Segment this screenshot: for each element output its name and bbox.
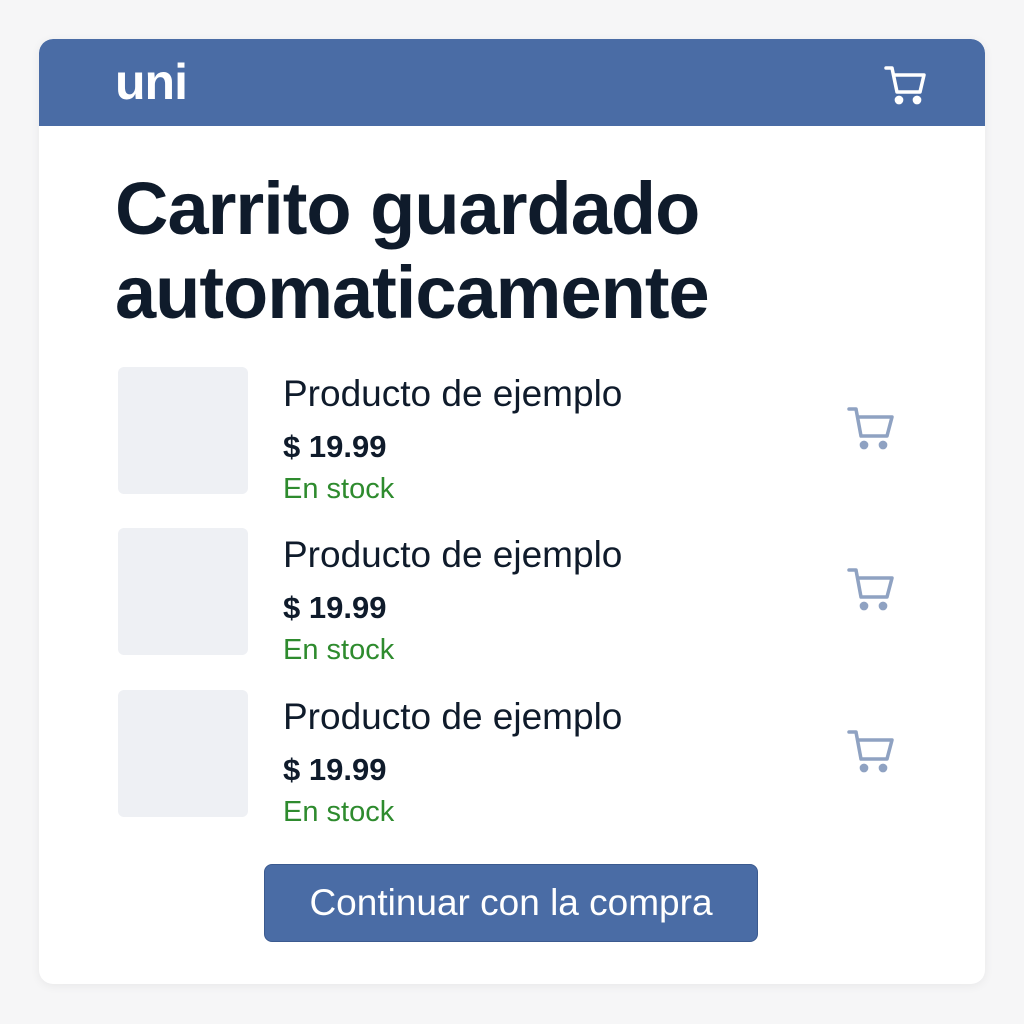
cart-item: Producto de ejemplo $ 19.99 En stock — [118, 690, 918, 828]
product-price: $ 19.99 — [283, 752, 387, 787]
cart-item: Producto de ejemplo $ 19.99 En stock — [118, 528, 918, 666]
stock-status: En stock — [283, 473, 395, 505]
saved-cart-card: uni Carrito guardado automaticamente Pro… — [39, 39, 985, 984]
product-name: Producto de ejemplo — [283, 534, 623, 575]
shopping-cart-icon[interactable] — [884, 64, 928, 106]
product-price: $ 19.99 — [283, 429, 387, 464]
add-to-cart-icon[interactable] — [846, 404, 896, 452]
page-title: Carrito guardado automaticamente — [115, 167, 710, 334]
top-bar: uni — [39, 39, 985, 126]
cart-item: Producto de ejemplo $ 19.99 En stock — [118, 367, 918, 505]
continue-checkout-button[interactable]: Continuar con la compra — [264, 864, 758, 942]
brand-logo[interactable]: uni — [115, 52, 188, 112]
product-image-placeholder — [118, 367, 248, 494]
product-name: Producto de ejemplo — [283, 696, 623, 737]
product-image-placeholder — [118, 690, 248, 817]
stock-status: En stock — [283, 634, 395, 666]
add-to-cart-icon[interactable] — [846, 727, 896, 775]
add-to-cart-icon[interactable] — [846, 565, 896, 613]
product-price: $ 19.99 — [283, 590, 387, 625]
stock-status: En stock — [283, 796, 395, 828]
product-image-placeholder — [118, 528, 248, 655]
product-name: Producto de ejemplo — [283, 373, 623, 414]
